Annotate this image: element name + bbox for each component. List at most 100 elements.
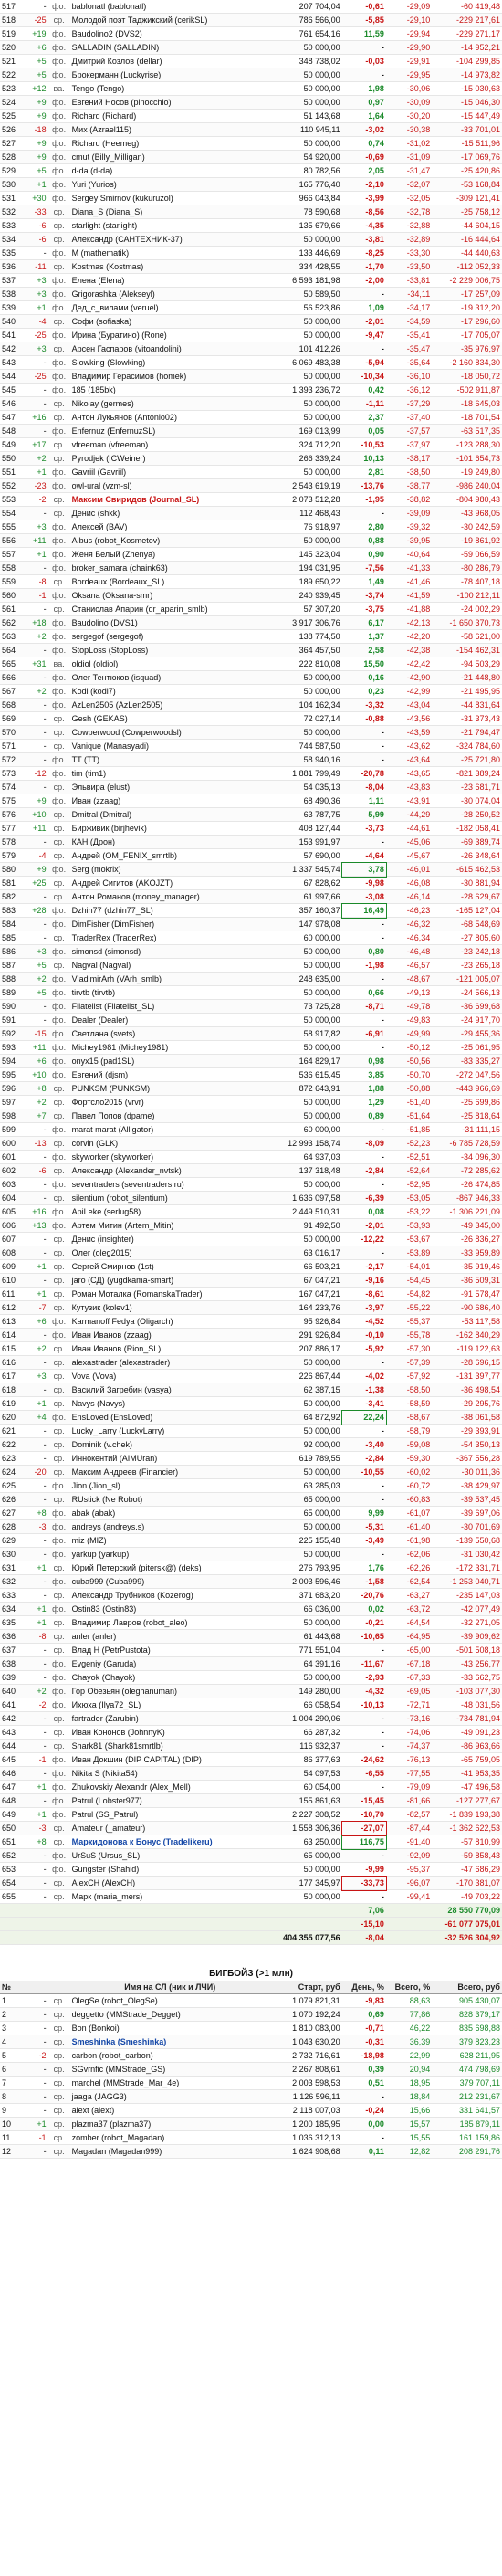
total-percent-cell: -34,17 xyxy=(385,300,433,315)
participant-name-cell: andreys (andreys.s) xyxy=(69,1519,270,1534)
total-rub-cell: -25 699,86 xyxy=(432,1095,502,1109)
position-change-cell: +1 xyxy=(22,1287,48,1301)
position-change-cell: +5 xyxy=(22,958,48,973)
position-change-cell: +4 xyxy=(22,1410,48,1425)
total-percent-cell: -49,99 xyxy=(385,1026,433,1041)
start-capital-cell: 66 058,54 xyxy=(269,1698,342,1712)
day-percent-cell: -3,73 xyxy=(341,821,386,836)
participant-name-cell: sergegof (sergegof) xyxy=(69,629,270,644)
account-type-cell: фо. xyxy=(47,177,70,192)
total-percent-cell: -34,11 xyxy=(385,287,433,301)
start-capital-cell: 61 997,66 xyxy=(269,889,342,904)
start-capital-cell: 50 000,00 xyxy=(269,40,342,55)
position-change-cell: -8 xyxy=(22,574,48,589)
ranking-row: 628 -3 фо. andreys (andreys.s) 50 000,00 -5,3… xyxy=(0,1519,502,1534)
account-type-cell: фо. xyxy=(47,136,70,151)
start-capital-cell: 189 650,22 xyxy=(269,574,342,589)
start-capital-cell: 50 000,00 xyxy=(269,985,342,1000)
total-percent-cell: -48,67 xyxy=(385,972,433,986)
start-capital-cell: 54 035,13 xyxy=(269,780,342,794)
summary-start-cell xyxy=(269,1917,342,1931)
total-rub-cell: -21 794,47 xyxy=(432,725,502,740)
total-rub-cell: -86 963,66 xyxy=(432,1739,502,1753)
start-capital-cell: 91 492,50 xyxy=(269,1218,342,1233)
participant-name-cell: Grigorashka (Alekseyl) xyxy=(69,287,270,301)
participant-name-cell: Evgeniy (Garuda) xyxy=(69,1656,270,1671)
position-change-cell: +3 xyxy=(22,342,48,356)
total-percent-cell: -31,47 xyxy=(385,163,433,178)
account-type-cell: ср. xyxy=(47,2089,70,2104)
total-percent-cell: -46,34 xyxy=(385,931,433,945)
ranking-row: 632- фо. cuba999 (Cuba999) 2 003 596,46 -1,5… xyxy=(0,1574,502,1589)
total-rub-cell: -54 350,13 xyxy=(432,1437,502,1452)
position-change-cell: -25 xyxy=(22,369,48,384)
total-percent-cell: -49,83 xyxy=(385,1013,433,1027)
start-capital-cell: 1 636 097,58 xyxy=(269,1191,342,1205)
ranking-row: 655- ср. Марк (maria_mers) 50 000,00- -99,41… xyxy=(0,1889,502,1904)
total-rub-cell: -38 061,58 xyxy=(432,1410,502,1425)
day-percent-cell: 0,05 xyxy=(341,424,386,438)
summary-day-cell: -15,10 xyxy=(341,1917,386,1931)
total-rub-cell: -47 686,29 xyxy=(432,1862,502,1877)
position-change-cell: +2 xyxy=(22,1684,48,1698)
participant-name-cell: Oksana (Oksana-smr) xyxy=(69,588,270,603)
account-type-cell: ср. xyxy=(47,739,70,753)
total-percent-cell: -60,02 xyxy=(385,1465,433,1479)
participant-name-cell: Александр (Alexander_nvtsk) xyxy=(69,1163,270,1178)
total-percent-cell: -57,39 xyxy=(385,1355,433,1370)
position-change-cell: -1 xyxy=(22,2130,48,2145)
ranking-row: 552 -23 фо. owl-ural (vzm-sl) 2 543 619,19 -1… xyxy=(0,478,502,493)
total-percent-cell: -64,54 xyxy=(385,1615,433,1630)
ranking-row: 566- фо. Олег Тентюков (isquad) 50 000,00 0,… xyxy=(0,670,502,685)
total-rub-cell: -14 973,82 xyxy=(432,68,502,82)
day-percent-cell: - xyxy=(341,1424,386,1438)
start-capital-cell: 248 635,00 xyxy=(269,972,342,986)
account-type-cell: ср. xyxy=(47,218,70,233)
summary-day-cell: 7,06 xyxy=(341,1903,386,1918)
summary-blank-cell xyxy=(22,1903,48,1918)
ranking-row: 613 +6 фо. Karmanoff Fedya (Oligarch) 95 926… xyxy=(0,1314,502,1329)
position-change-cell: +19 xyxy=(22,26,48,41)
participant-name-cell: M (mathematik) xyxy=(69,246,270,260)
start-capital-cell: 348 738,02 xyxy=(269,54,342,68)
position-change-cell: -6 xyxy=(22,1163,48,1178)
account-type-cell: ср. xyxy=(47,2103,70,2118)
day-percent-cell: 1,98 xyxy=(341,81,386,96)
ranking-row: 652- фо. UrSuS (Ursus_SL) 65 000,00- -92,09-… xyxy=(0,1848,502,1863)
total-rub-cell: -1 253 040,71 xyxy=(432,1574,502,1589)
position-change-cell: - xyxy=(22,1232,48,1246)
rank-cell: 592 xyxy=(0,1026,23,1041)
position-change-cell: - xyxy=(22,643,48,657)
ranking-row: 622- ср. Dominik (v.chek) 92 000,00 -3,40 -59… xyxy=(0,1437,502,1452)
rank-cell: 653 xyxy=(0,1862,23,1877)
rank-cell: 546 xyxy=(0,396,23,411)
rank-cell: 574 xyxy=(0,780,23,794)
account-type-cell: ср. xyxy=(47,1163,70,1178)
total-rub-cell: -131 397,77 xyxy=(432,1369,502,1383)
participant-name-cell: StopLoss (StopLoss) xyxy=(69,643,270,657)
rank-cell: 525 xyxy=(0,109,23,123)
ranking-row: 531 +30 фо. Sergey Smirnov (kukuruzol) 966 0… xyxy=(0,191,502,205)
day-percent-cell: 10,13 xyxy=(341,451,386,466)
account-type-cell: ср. xyxy=(47,410,70,425)
day-percent-cell: -0,71 xyxy=(341,2021,386,2035)
participant-name-cell: Kostmas (Kostmas) xyxy=(69,259,270,274)
bigboys-row: 1- ср. OlegSe (robot_OlegSe) 1 079 821,31 -9… xyxy=(0,1993,502,2008)
total-rub-cell: -30 074,04 xyxy=(432,794,502,808)
start-capital-cell: 65 000,00 xyxy=(269,1506,342,1520)
ranking-row: 585- ср. TraderRex (TraderRex) 60 000,00- -4… xyxy=(0,931,502,945)
account-type-cell: фо. xyxy=(47,273,70,288)
participant-name-cell: UrSuS (Ursus_SL) xyxy=(69,1848,270,1863)
account-type-cell: фо. xyxy=(47,1793,70,1808)
participant-name-cell: Александр Трубников (Kozerog) xyxy=(69,1588,270,1603)
position-change-cell: +10 xyxy=(22,807,48,822)
total-rub-cell: -229 271,17 xyxy=(432,26,502,41)
account-type-cell: ср. xyxy=(47,780,70,794)
rank-cell: 518 xyxy=(0,13,23,27)
position-change-cell: - xyxy=(22,355,48,370)
position-change-cell: - xyxy=(22,835,48,849)
participant-name-cell: EnsLoved (EnsLoved) xyxy=(69,1410,270,1425)
account-type-cell: фо. xyxy=(47,615,70,630)
participant-name-cell: Алексей (BAV) xyxy=(69,520,270,534)
ranking-row: 605 +16 фо. ApiLeke (serlug58) 2 449 510,31 0… xyxy=(0,1204,502,1219)
